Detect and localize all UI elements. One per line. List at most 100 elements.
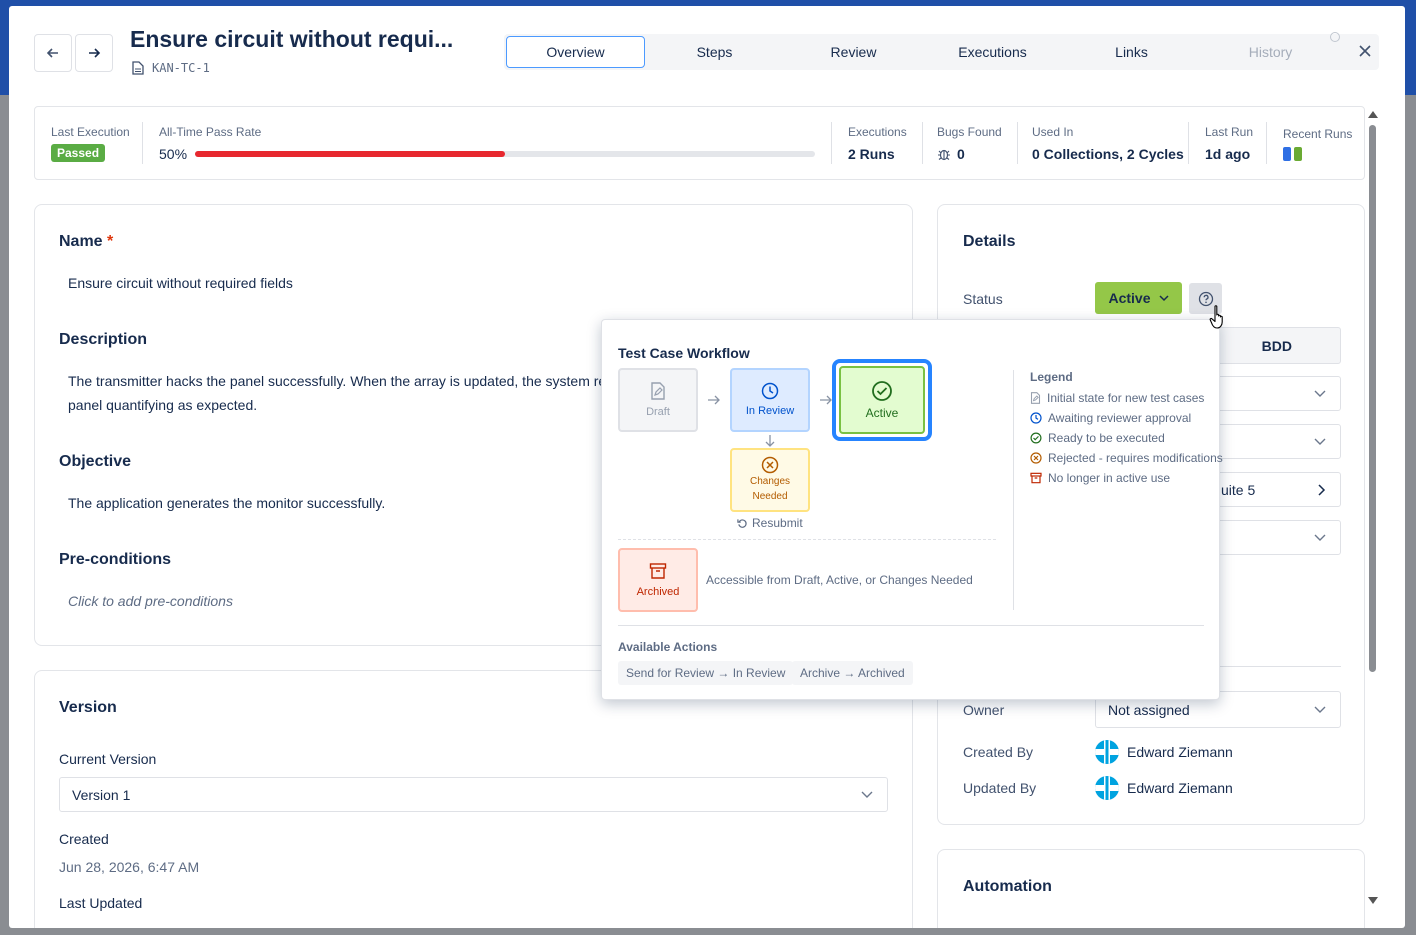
updated-by-value[interactable]: Edward Ziemann xyxy=(1127,776,1233,800)
workflow-node-active: Active xyxy=(839,366,925,434)
node-label: Needed xyxy=(752,491,788,502)
name-field[interactable]: Ensure circuit without required fields xyxy=(68,271,293,295)
divider xyxy=(618,539,996,540)
bugs-count: 0 xyxy=(957,146,965,162)
status-value: Active xyxy=(1108,290,1151,306)
description-heading: Description xyxy=(59,331,148,348)
chevron-down-icon xyxy=(1314,438,1326,445)
archive-icon xyxy=(649,562,667,579)
created-by-value[interactable]: Edward Ziemann xyxy=(1127,740,1233,764)
stat-label: All-Time Pass Rate xyxy=(159,125,262,139)
node-label: Archived xyxy=(636,585,680,598)
divider xyxy=(1013,370,1014,610)
tab-review[interactable]: Review xyxy=(784,36,923,68)
forward-button[interactable] xyxy=(75,34,113,72)
divider xyxy=(1266,122,1267,164)
resubmit-label: Resubmit xyxy=(737,516,803,530)
status-dropdown[interactable]: Active xyxy=(1095,282,1182,314)
legend-title: Legend xyxy=(1030,370,1073,384)
suite-name: uite 5 xyxy=(1221,481,1256,498)
refresh-icon xyxy=(737,518,747,528)
document-icon xyxy=(132,61,144,75)
stat-value-wrap: 0 xyxy=(937,146,965,162)
stat-value: 0 Collections, 2 Cycles xyxy=(1032,146,1184,162)
description-line[interactable]: The transmitter hacks the panel successf… xyxy=(68,369,613,393)
name-heading: Name * xyxy=(59,233,113,251)
automation-card: Automation xyxy=(937,849,1365,928)
created-value: Jun 28, 2026, 6:47 AM xyxy=(59,859,200,875)
tab-links[interactable]: Links xyxy=(1062,36,1201,68)
arrow-right-icon xyxy=(708,395,720,405)
objective-heading: Objective xyxy=(59,453,132,470)
stat-label: Used In xyxy=(1032,125,1074,139)
archived-note: Accessible from Draft, Active, or Change… xyxy=(706,573,973,587)
details-heading: Details xyxy=(963,233,1016,250)
close-button[interactable] xyxy=(1354,40,1376,62)
issue-key-text: KAN-TC-1 xyxy=(152,61,210,75)
back-button[interactable] xyxy=(34,34,72,72)
resubmit-text: Resubmit xyxy=(752,516,803,530)
action-send-for-review[interactable]: Send for Review → In Review xyxy=(618,661,794,685)
status-badge: Passed xyxy=(51,144,106,162)
clock-icon xyxy=(1330,32,1340,42)
stat-value: 50% xyxy=(159,146,188,162)
tab-executions[interactable]: Executions xyxy=(923,36,1062,68)
status-label: Status xyxy=(963,291,1003,307)
hand-cursor-icon xyxy=(1209,305,1223,329)
issue-key[interactable]: KAN-TC-1 xyxy=(132,61,210,75)
stat-label: Executions xyxy=(848,125,907,139)
version-heading: Version xyxy=(59,699,117,716)
recent-run-pill[interactable] xyxy=(1283,147,1291,161)
scroll-down-icon[interactable] xyxy=(1368,897,1378,904)
scrollbar[interactable] xyxy=(1366,111,1380,908)
chevron-right-icon xyxy=(1318,483,1326,496)
draft-icon xyxy=(1030,392,1041,404)
divider xyxy=(922,122,923,164)
preconditions-field[interactable]: Click to add pre-conditions xyxy=(68,589,233,613)
name-label: Name xyxy=(59,233,103,250)
stat-used-in: Used In 0 Collections, 2 Cycles xyxy=(1032,107,1192,179)
objective-field[interactable]: The application generates the monitor su… xyxy=(68,491,385,515)
chevron-down-icon xyxy=(861,791,873,798)
tab-overview[interactable]: Overview xyxy=(506,36,645,68)
test-case-modal: Ensure circuit without requi... KAN-TC-1… xyxy=(9,6,1405,928)
arrow-left-icon xyxy=(46,48,58,58)
scrollbar-thumb[interactable] xyxy=(1369,125,1376,672)
workflow-node-archived: Archived xyxy=(618,548,698,612)
action-archive[interactable]: Archive → Archived xyxy=(792,661,913,685)
legend-item-draft: Initial state for new test cases xyxy=(1030,391,1204,405)
scroll-up-icon[interactable] xyxy=(1368,111,1378,118)
progress-fill xyxy=(195,151,505,157)
actions-title: Available Actions xyxy=(618,640,718,654)
avatar xyxy=(1095,740,1119,764)
created-label: Created xyxy=(59,831,109,847)
arrow-down-icon xyxy=(765,435,775,447)
divider xyxy=(142,122,143,164)
divider xyxy=(1188,122,1189,164)
workflow-title: Test Case Workflow xyxy=(618,345,750,361)
x-circle-icon xyxy=(761,456,779,474)
draft-icon xyxy=(651,381,665,400)
clock-icon xyxy=(761,382,779,400)
version-select[interactable]: Version 1 xyxy=(59,777,888,812)
legend-text: Ready to be executed xyxy=(1048,431,1165,445)
legend-item-active: Ready to be executed xyxy=(1030,431,1165,445)
version-card: Version Current Version Version 1 Create… xyxy=(34,670,913,928)
version-select-value: Version 1 xyxy=(72,786,131,803)
stat-label: Bugs Found xyxy=(937,125,1002,139)
avatar xyxy=(1095,776,1119,800)
stat-bugs: Bugs Found 0 xyxy=(937,107,1017,179)
automation-heading: Automation xyxy=(963,878,1052,895)
stat-label: Recent Runs xyxy=(1283,127,1353,141)
stat-value: 1d ago xyxy=(1205,146,1251,162)
stat-recent-runs: Recent Runs xyxy=(1283,107,1363,179)
owner-value: Not assigned xyxy=(1108,701,1190,718)
recent-run-pill[interactable] xyxy=(1294,147,1302,161)
avatar-pattern-icon xyxy=(1095,740,1119,764)
tab-history[interactable]: History xyxy=(1201,36,1340,68)
tab-steps[interactable]: Steps xyxy=(645,36,784,68)
divider xyxy=(831,122,832,164)
description-line[interactable]: panel quantifying as expected. xyxy=(68,393,257,417)
legend-item-archived: No longer in active use xyxy=(1030,471,1170,485)
pass-rate-progress xyxy=(195,151,815,157)
